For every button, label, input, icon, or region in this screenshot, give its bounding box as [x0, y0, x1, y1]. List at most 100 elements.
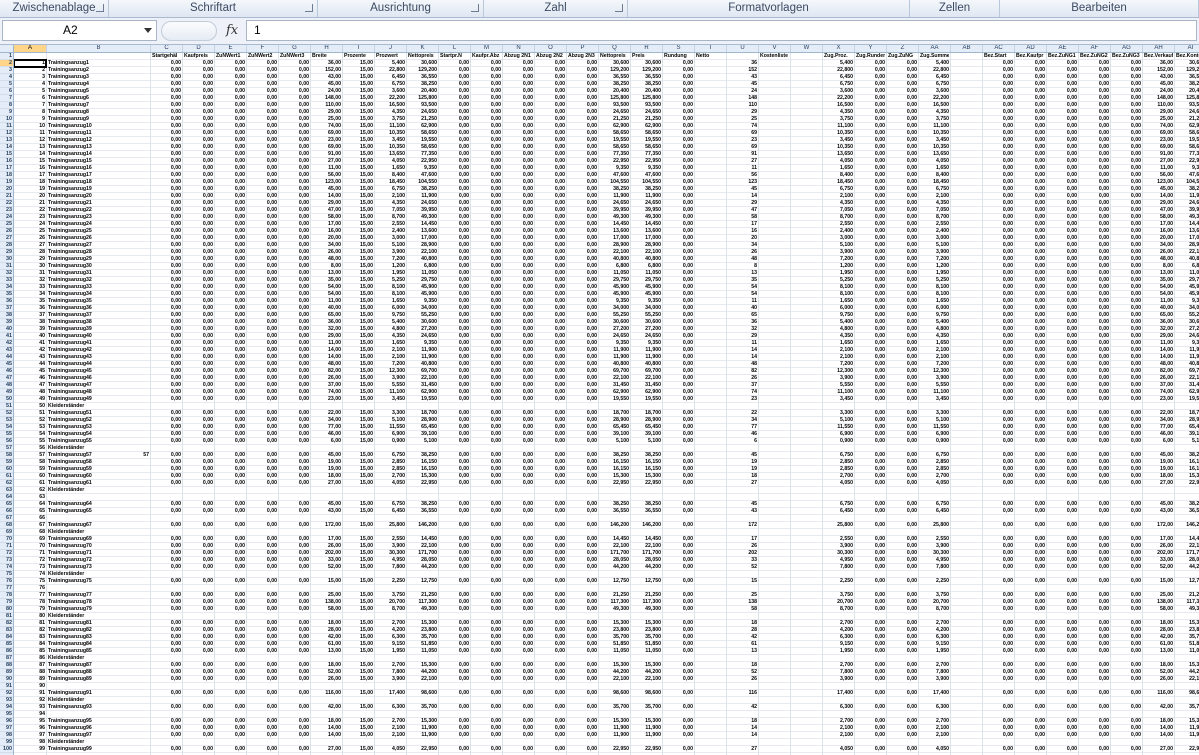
value-cell[interactable]: 0,00	[888, 235, 917, 242]
row-id-cell[interactable]: 48	[15, 389, 45, 396]
chevron-down-icon[interactable]	[144, 28, 152, 33]
value-cell[interactable]: 0,00	[1080, 67, 1109, 74]
row-id-cell[interactable]: 11	[15, 130, 45, 137]
value-cell[interactable]: 52,00	[312, 669, 341, 676]
value-cell[interactable]: 0,00	[504, 60, 533, 67]
column-title-cell[interactable]: Bez.ZuNG2	[1080, 53, 1109, 60]
value-cell[interactable]: 0,00	[504, 109, 533, 116]
value-cell[interactable]: 0,00	[184, 732, 213, 739]
column-title-cell[interactable]: Preis	[632, 53, 661, 60]
value-cell[interactable]: 2,400	[376, 228, 405, 235]
value-cell[interactable]: 0,00	[536, 578, 565, 585]
value-cell[interactable]: 18,00	[312, 718, 341, 725]
value-cell[interactable]: 0,00	[536, 179, 565, 186]
value-cell[interactable]: 0,00	[1080, 452, 1109, 459]
item-name-cell[interactable]: Kleiderständer	[48, 445, 149, 452]
value-cell[interactable]: 0,00	[184, 88, 213, 95]
value-cell[interactable]: 0,00	[1080, 592, 1109, 599]
value-cell[interactable]: 28,900	[408, 242, 437, 249]
value-cell[interactable]: 0,00	[1112, 214, 1141, 221]
value-cell[interactable]: 45,900	[1176, 284, 1199, 291]
value-cell[interactable]: 0,00	[280, 641, 309, 648]
value-cell[interactable]: 0,00	[1112, 340, 1141, 347]
value-cell[interactable]: 0,00	[280, 438, 309, 445]
value-cell[interactable]: 8,400	[824, 172, 853, 179]
value-cell[interactable]: 13,600	[632, 228, 661, 235]
value-cell[interactable]: 0,00	[1080, 74, 1109, 81]
item-name-cell[interactable]: Kleiderständer	[48, 697, 149, 704]
value-cell[interactable]: 15,00	[344, 536, 373, 543]
value-cell[interactable]: 21,250	[1176, 116, 1199, 123]
value-cell[interactable]: 2,850	[920, 466, 949, 473]
item-name-cell[interactable]: Trainingsanzug83	[48, 634, 149, 641]
value-cell[interactable]: 0,00	[536, 550, 565, 557]
row-header-24[interactable]: 24	[0, 214, 13, 221]
value-cell[interactable]: 74,00	[1144, 123, 1173, 130]
row-header-78[interactable]: 78	[0, 592, 13, 599]
value-cell[interactable]: 0,00	[1048, 459, 1077, 466]
value-cell[interactable]: 0,00	[472, 305, 501, 312]
value-cell[interactable]: 15,00	[344, 158, 373, 165]
value-cell[interactable]: 36,550	[1176, 74, 1199, 81]
value-cell[interactable]: 0,00	[1048, 676, 1077, 683]
value-cell[interactable]: 55,250	[408, 312, 437, 319]
column-header-ae[interactable]: AE	[1047, 45, 1079, 52]
value-cell[interactable]: 0,00	[248, 606, 277, 613]
row-header-25[interactable]: 25	[0, 221, 13, 228]
value-cell[interactable]: 0,00	[664, 410, 693, 417]
value-cell[interactable]: 0,00	[1016, 186, 1045, 193]
value-cell[interactable]: 69	[728, 130, 757, 137]
value-cell[interactable]: 0,00	[856, 235, 885, 242]
value-cell[interactable]: 11,100	[920, 123, 949, 130]
value-cell[interactable]: 0,00	[664, 130, 693, 137]
value-cell[interactable]: 28,900	[632, 242, 661, 249]
value-cell[interactable]: 0,00	[152, 354, 181, 361]
value-cell[interactable]: 0,00	[152, 690, 181, 697]
value-cell[interactable]: 28,900	[408, 417, 437, 424]
value-cell[interactable]: 34	[728, 417, 757, 424]
value-cell[interactable]: 0,00	[248, 137, 277, 144]
value-cell[interactable]: 0,00	[440, 284, 469, 291]
value-cell[interactable]: 0,00	[184, 67, 213, 74]
value-cell[interactable]: 44,200	[1176, 669, 1199, 676]
value-cell[interactable]: 0,00	[856, 193, 885, 200]
value-cell[interactable]: 0,00	[888, 179, 917, 186]
column-title-cell[interactable]: Bez.Verkauf	[1144, 53, 1173, 60]
value-cell[interactable]: 0,00	[1112, 550, 1141, 557]
value-cell[interactable]: 0,00	[984, 137, 1013, 144]
row-header-8[interactable]: 8	[0, 102, 13, 109]
value-cell[interactable]: 117,300	[600, 599, 629, 606]
value-cell[interactable]: 15,00	[344, 95, 373, 102]
value-cell[interactable]: 0,00	[472, 88, 501, 95]
value-cell[interactable]: 0,00	[1016, 179, 1045, 186]
value-cell[interactable]: 0,00	[568, 270, 597, 277]
value-cell[interactable]: 0,00	[152, 452, 181, 459]
value-cell[interactable]: 0,00	[1112, 725, 1141, 732]
value-cell[interactable]: 0,00	[984, 732, 1013, 739]
value-cell[interactable]: 0,00	[1016, 228, 1045, 235]
value-cell[interactable]: 0,00	[664, 522, 693, 529]
value-cell[interactable]: 35,00	[312, 277, 341, 284]
value-cell[interactable]: 2,850	[376, 459, 405, 466]
value-cell[interactable]: 0,00	[568, 557, 597, 564]
value-cell[interactable]: 0,00	[440, 347, 469, 354]
value-cell[interactable]: 0,00	[536, 592, 565, 599]
value-cell[interactable]: 0,00	[1080, 291, 1109, 298]
row-header-86[interactable]: 86	[0, 648, 13, 655]
value-cell[interactable]: 0,00	[280, 634, 309, 641]
value-cell[interactable]: 30,600	[632, 60, 661, 67]
value-cell[interactable]: 0,00	[440, 305, 469, 312]
value-cell[interactable]: 0,00	[888, 501, 917, 508]
value-cell[interactable]: 0,00	[280, 522, 309, 529]
value-cell[interactable]: 0,00	[216, 501, 245, 508]
value-cell[interactable]: 0,00	[248, 333, 277, 340]
value-cell[interactable]: 0,00	[440, 242, 469, 249]
value-cell[interactable]: 0,00	[440, 74, 469, 81]
item-name-cell[interactable]: Kleiderständer	[48, 403, 149, 410]
value-cell[interactable]: 27	[728, 480, 757, 487]
row-header-82[interactable]: 82	[0, 620, 13, 627]
value-cell[interactable]: 11,050	[600, 270, 629, 277]
value-cell[interactable]: 44,200	[408, 564, 437, 571]
value-cell[interactable]: 0,00	[568, 130, 597, 137]
value-cell[interactable]: 26	[728, 249, 757, 256]
